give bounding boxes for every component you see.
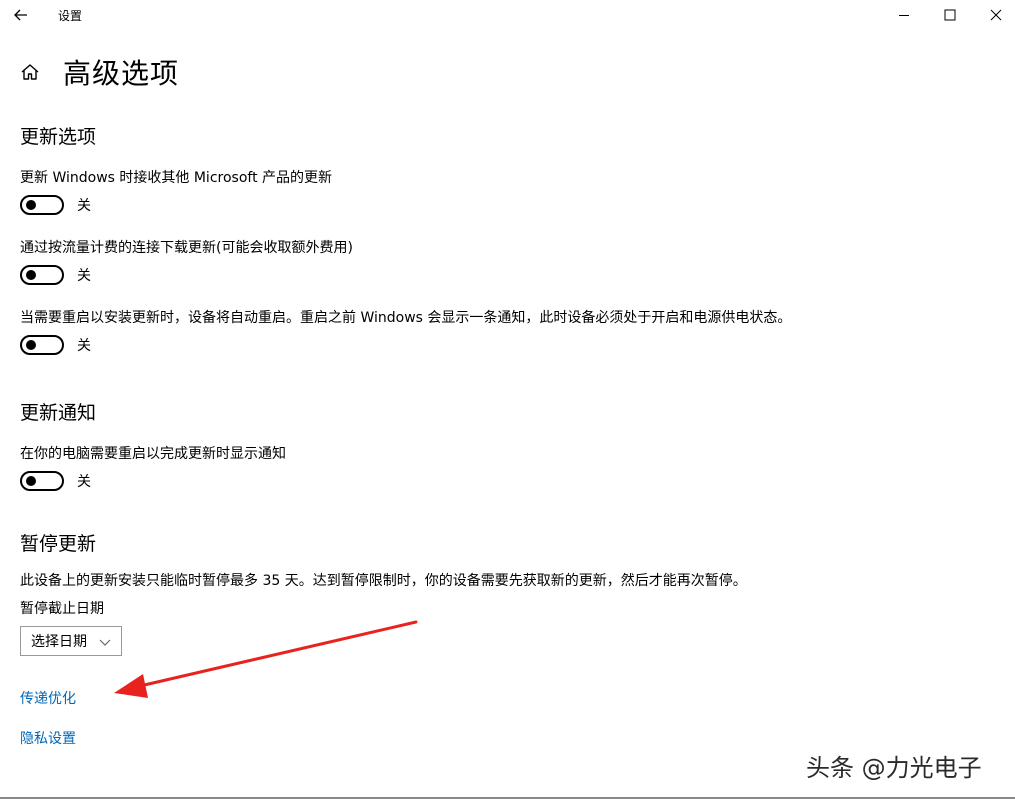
toggle-row-auto-restart: 关 — [20, 335, 91, 355]
close-icon — [990, 9, 1002, 21]
toggle-other-products[interactable] — [20, 195, 64, 215]
watermark-text: 头条 @力光电子 — [806, 754, 982, 782]
page-title: 高级选项 — [63, 57, 180, 90]
home-icon[interactable] — [18, 60, 42, 84]
section-title-update-options: 更新选项 — [20, 126, 97, 148]
section-title-pause-updates: 暂停更新 — [20, 533, 97, 555]
toggle-knob — [26, 270, 36, 280]
toggle-metered-connection[interactable] — [20, 265, 64, 285]
pause-description: 此设备上的更新安装只能临时暂停最多 35 天。达到暂停限制时，你的设备需要先获取… — [20, 573, 747, 589]
section-title-update-notifications: 更新通知 — [20, 402, 97, 424]
toggle-row-metered-connection: 关 — [20, 265, 91, 285]
pause-date-select[interactable]: 选择日期 — [20, 626, 122, 656]
toggle-row-other-products: 关 — [20, 195, 91, 215]
toggle-knob — [26, 476, 36, 486]
option-label-metered-connection: 通过按流量计费的连接下载更新(可能会收取额外费用) — [20, 240, 353, 256]
delivery-optimization-link[interactable]: 传递优化 — [20, 688, 76, 708]
toggle-state-label: 关 — [77, 198, 91, 214]
toggle-knob — [26, 340, 36, 350]
toggle-state-label: 关 — [77, 474, 91, 490]
maximize-button[interactable] — [927, 0, 973, 30]
toggle-knob — [26, 200, 36, 210]
minimize-icon — [899, 15, 909, 16]
back-arrow-icon — [14, 9, 27, 21]
toggle-state-label: 关 — [77, 268, 91, 284]
annotation-arrow-icon — [114, 620, 418, 698]
close-button[interactable] — [973, 0, 1015, 30]
pause-date-label: 暂停截止日期 — [20, 601, 104, 617]
toggle-state-label: 关 — [77, 338, 91, 354]
pause-date-select-value: 选择日期 — [31, 634, 87, 650]
toggle-row-restart-notification: 关 — [20, 471, 91, 491]
toggle-auto-restart[interactable] — [20, 335, 64, 355]
minimize-button[interactable] — [881, 0, 927, 30]
privacy-settings-link[interactable]: 隐私设置 — [20, 728, 76, 748]
option-label-auto-restart: 当需要重启以安装更新时，设备将自动重启。重启之前 Windows 会显示一条通知… — [20, 310, 792, 326]
toggle-restart-notification[interactable] — [20, 471, 64, 491]
maximize-icon — [944, 9, 956, 21]
option-label-restart-notification: 在你的电脑需要重启以完成更新时显示通知 — [20, 446, 286, 462]
back-button[interactable] — [6, 2, 36, 28]
option-label-other-products: 更新 Windows 时接收其他 Microsoft 产品的更新 — [20, 170, 333, 186]
chevron-down-icon — [99, 639, 111, 646]
window-title: 设置 — [58, 9, 83, 23]
